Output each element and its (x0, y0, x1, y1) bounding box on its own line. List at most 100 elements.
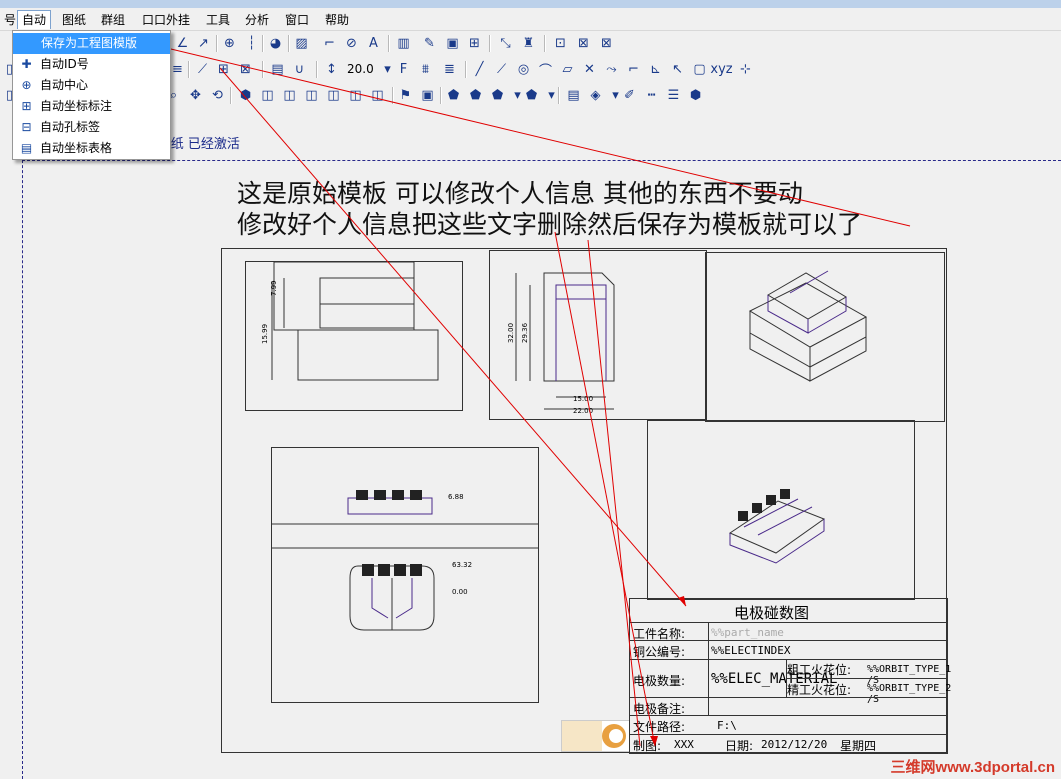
bottom-view[interactable]: 6.88 63.32 0.00 (271, 447, 539, 703)
dimension-label: 29.36 (521, 322, 529, 343)
top-view-icon[interactable]: ◫ (280, 86, 299, 105)
menu-item-group[interactable]: 群组 (97, 11, 129, 29)
select-box-icon[interactable]: ⊡ (551, 34, 570, 53)
detail-view-icon[interactable]: ⊘ (342, 34, 361, 53)
menu-item-analysis[interactable]: 分析 (241, 11, 273, 29)
menu-item-auto[interactable]: 自动 (17, 10, 52, 29)
maker-value[interactable]: XXX (674, 738, 694, 751)
side-view-icon[interactable]: ◫ (302, 86, 321, 105)
date-value[interactable]: 2012/12/20 (761, 738, 827, 751)
sign-icon[interactable]: ✎ (420, 34, 439, 53)
file-path-label: 文件路径: (633, 720, 686, 734)
font-icon[interactable]: F (394, 60, 413, 79)
menu-item-drawing[interactable]: 图纸 (58, 11, 90, 29)
menu-auto-hole-label[interactable]: ⊟ 自动孔标签 (13, 117, 170, 138)
deselect-icon[interactable]: ⊠ (597, 34, 616, 53)
grid-icon[interactable]: ⊞ (465, 34, 484, 53)
trim-icon[interactable]: ✕ (580, 60, 599, 79)
isometric-view-top[interactable] (705, 252, 945, 422)
layer-icon[interactable]: ▤ (564, 86, 583, 105)
dimension-label: 0.00 (452, 588, 468, 596)
render-wire-icon[interactable]: ⬟ (488, 86, 507, 105)
fine-spark-label: 精工火花位: (787, 683, 852, 697)
table-icon[interactable]: ▥ (394, 34, 413, 53)
pointer-icon[interactable]: ↖ (668, 60, 687, 79)
dimension-style-icon[interactable]: ▤ (268, 60, 287, 79)
menu-auto-id[interactable]: ✚ 自动ID号 (13, 54, 170, 75)
line-icon[interactable]: ╱ (470, 60, 489, 79)
watermark-text: 三维网www.3dportal.cn (890, 759, 1055, 776)
angle-icon[interactable]: ∠ (173, 34, 192, 53)
brush-icon[interactable]: ✐ (620, 86, 639, 105)
view-pin-icon[interactable]: ⚑ (396, 86, 415, 105)
image-icon[interactable]: ▣ (443, 34, 462, 53)
balloon-icon[interactable]: ♜ (519, 34, 538, 53)
isometric-view-bottom[interactable] (647, 420, 915, 600)
center-mark-icon[interactable]: ⊕ (220, 34, 239, 53)
circle-icon[interactable]: ◎ (514, 60, 533, 79)
text-align-icon[interactable]: ≣ (440, 60, 459, 79)
shade-icon[interactable]: ◕ (266, 34, 285, 53)
parallelogram-icon[interactable]: ▱ (558, 60, 577, 79)
text-size-value[interactable]: 20.0 (347, 62, 374, 76)
line-weight-icon[interactable]: ☰ (664, 86, 683, 105)
menu-item-plugin[interactable]: 口口外挂 (138, 11, 194, 29)
break-line-icon[interactable]: ⌐ (320, 34, 339, 53)
line-style-icon[interactable]: ┅ (642, 86, 661, 105)
select-filter-icon[interactable]: ⊠ (574, 34, 593, 53)
magnet-icon[interactable]: ∪ (290, 60, 309, 79)
file-path-value[interactable]: F:\ (717, 719, 737, 732)
menu-auto-center[interactable]: ⊕ 自动中心 (13, 75, 170, 96)
xyz-icon[interactable]: xyz (710, 60, 732, 79)
part-name-value[interactable]: %%part_name (711, 626, 784, 639)
auto-menu-dropdown: 保存为工程图模版 ✚ 自动ID号 ⊕ 自动中心 ⊞ 自动坐标标注 ⊟ 自动孔标签… (12, 30, 171, 160)
render-hidden-icon[interactable]: ⬟ (522, 86, 541, 105)
text-note-icon[interactable]: A (364, 34, 383, 53)
left-view-icon[interactable]: ◫ (368, 86, 387, 105)
material-icon[interactable]: ⬢ (686, 86, 705, 105)
snap-icon[interactable]: ⤡ (496, 34, 515, 53)
fill-color-icon[interactable]: ◈ (586, 86, 605, 105)
triad-icon[interactable]: ⊹ (736, 60, 755, 79)
frame-icon[interactable]: ▢ (690, 60, 709, 79)
menu-auto-coordinate-dimension[interactable]: ⊞ 自动坐标标注 (13, 96, 170, 117)
text-spacing-icon[interactable]: ⩩ (416, 60, 435, 79)
front-view-icon[interactable]: ◫ (258, 86, 277, 105)
section-icon[interactable]: ⟋ (193, 60, 212, 79)
menu-item-label: 自动坐标表格 (40, 141, 113, 155)
menu-item-help[interactable]: 帮助 (321, 11, 353, 29)
sheet-boundary-left (22, 120, 23, 779)
instruction-note-line-2: 修改好个人信息把这些文字删除然后保存为模板就可以了 (237, 210, 863, 239)
menu-auto-coordinate-table[interactable]: ▤ 自动坐标表格 (13, 138, 170, 159)
front-view[interactable]: 7.99 15.99 (245, 261, 463, 411)
projection-icon[interactable]: ⊞ (214, 60, 233, 79)
back-view-icon[interactable]: ◫ (324, 86, 343, 105)
menu-bar: 号 自动 图纸 群组 口口外挂 工具 分析 窗口 帮助 (0, 8, 1061, 31)
menu-item-tools[interactable]: 工具 (202, 11, 234, 29)
render-solid-icon[interactable]: ⬟ (444, 86, 463, 105)
centerline-icon[interactable]: ┆ (242, 34, 261, 53)
copper-number-value[interactable]: %%ELECTINDEX (711, 644, 790, 657)
extend-icon[interactable]: ⤳ (602, 60, 621, 79)
title-block-heading: 电极碰数图 (734, 604, 810, 622)
arc-icon[interactable]: ⌒ (536, 60, 555, 79)
title-block: 电极碰数图 工件名称: %%part_name 铜公编号: %%ELECTIND… (629, 598, 951, 754)
fillet-icon[interactable]: ⌐ (624, 60, 643, 79)
bottom-view-icon[interactable]: ◫ (346, 86, 365, 105)
menu-save-as-template[interactable]: 保存为工程图模版 (13, 33, 170, 54)
render-shaded-icon[interactable]: ⬟ (466, 86, 485, 105)
hatch-icon[interactable]: ▨ (292, 34, 311, 53)
menu-item-window[interactable]: 窗口 (281, 11, 313, 29)
view-layout-icon[interactable]: ⊠ (236, 60, 255, 79)
text-height-icon[interactable]: ↕ (322, 60, 341, 79)
line-point-icon[interactable]: ⟋ (492, 60, 511, 79)
rough-spark-label: 粗工火花位: (787, 663, 852, 677)
pan-icon[interactable]: ✥ (186, 86, 205, 105)
side-view[interactable]: 32.00 29.36 15.00 22.00 (489, 250, 707, 420)
dimension-label: 22.00 (573, 407, 594, 415)
iso-view-icon[interactable]: ⬢ (236, 86, 255, 105)
rotate-icon[interactable]: ⟲ (208, 86, 227, 105)
camera-icon[interactable]: ▣ (418, 86, 437, 105)
leader-icon[interactable]: ↗ (194, 34, 213, 53)
axis-icon[interactable]: ⊾ (646, 60, 665, 79)
